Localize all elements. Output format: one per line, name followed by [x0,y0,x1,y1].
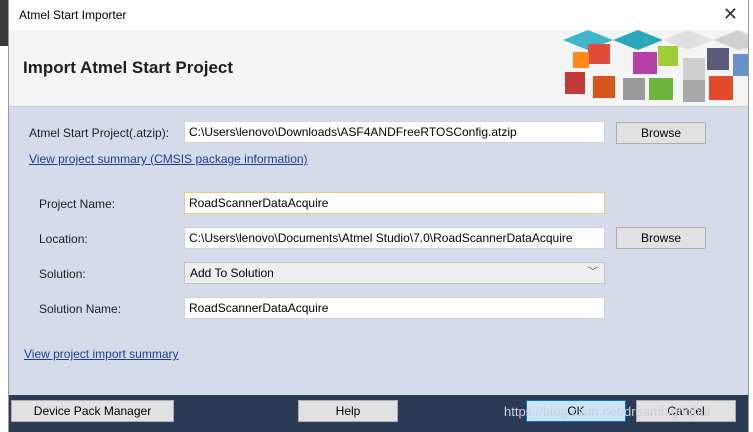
solution-name-field[interactable]: RoadScannerDataAcquire [184,297,605,319]
help-button[interactable]: Help [298,400,398,422]
title-bar: Atmel Start Importer ✕ [9,0,748,31]
location-field[interactable]: C:\Users\lenovo\Documents\Atmel Studio\7… [184,227,605,249]
atzip-path-field[interactable]: C:\Users\lenovo\Downloads\ASF4ANDFreeRTO… [184,121,605,143]
project-summary-link[interactable]: View project summary (CMSIS package info… [29,152,308,166]
watermark-text: https://blog.csdn.net/dreamhighqhui [504,404,710,419]
import-summary-link[interactable]: View project import summary [24,347,179,361]
device-pack-manager-button[interactable]: Device Pack Manager [11,400,174,422]
dialog-header: Import Atmel Start Project [9,30,748,107]
window-title: Atmel Start Importer [19,8,127,22]
solution-label: Solution: [39,267,86,281]
close-icon[interactable]: ✕ [723,4,738,24]
location-label: Location: [39,232,88,246]
importer-dialog: Atmel Start Importer ✕ Import Atmel Star… [8,0,749,432]
browse-atzip-button[interactable]: Browse [616,122,706,144]
solution-dropdown[interactable]: Add To Solution ﹀ [184,262,605,284]
solution-selected-value: Add To Solution [190,266,274,280]
atmel-start-banner-graphic [543,30,748,106]
project-name-field[interactable]: RoadScannerDataAcquire [184,192,605,214]
project-name-label: Project Name: [39,197,116,211]
page-title: Import Atmel Start Project [23,58,234,77]
browse-location-button[interactable]: Browse [616,227,706,249]
chevron-down-icon: ﹀ [588,267,598,278]
atzip-label: Atmel Start Project(.atzip): [29,126,170,140]
solution-name-label: Solution Name: [39,302,122,316]
